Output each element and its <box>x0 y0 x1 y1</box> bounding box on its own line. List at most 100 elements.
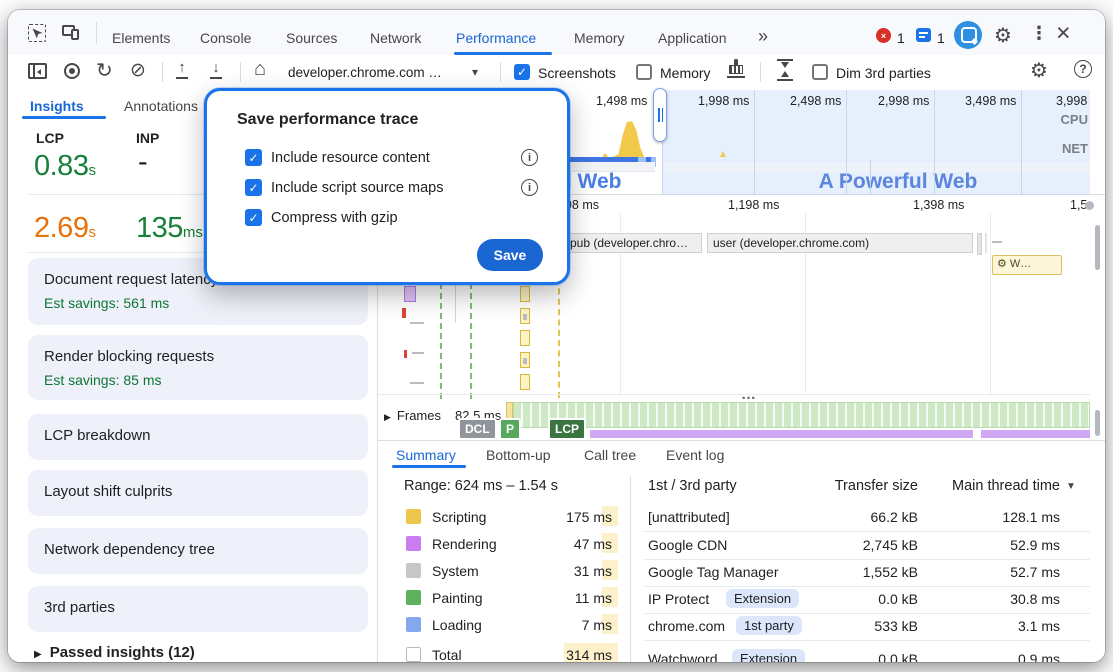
table-row-time: 52.9 ms <box>948 537 1060 553</box>
insight-card-render-blocking[interactable]: Render blocking requests Est savings: 85… <box>28 335 368 400</box>
worker-chip[interactable]: ⚙ W… <box>992 255 1062 275</box>
devtools-tips-icon[interactable] <box>954 21 982 49</box>
inspect-icon[interactable] <box>28 24 46 42</box>
table-row-size: 66.2 kB <box>798 509 918 525</box>
help-icon[interactable]: ? <box>1074 60 1092 78</box>
dim-3rd-parties-label[interactable]: Dim 3rd parties <box>836 65 931 81</box>
save-trace-dialog: Save performance trace ✓ Include resourc… <box>204 88 570 285</box>
network-request-sliver[interactable] <box>977 233 982 255</box>
kebab-menu-icon[interactable]: ⋮ <box>1030 23 1048 44</box>
include-sourcemaps-checkbox[interactable]: ✓ <box>245 179 262 196</box>
collect-garbage-icon[interactable] <box>726 59 746 81</box>
page-selector[interactable]: developer.chrome.com … <box>288 65 442 80</box>
insight-card-3rd-parties[interactable]: 3rd parties <box>28 586 368 632</box>
table-row-name[interactable]: [unattributed] <box>648 509 730 525</box>
memory-checkbox[interactable] <box>636 64 652 80</box>
tabbar-divider <box>96 22 97 44</box>
save-button[interactable]: Save <box>477 239 543 271</box>
tab-elements[interactable]: Elements <box>112 30 170 46</box>
page-selector-caret-icon[interactable]: ▾ <box>472 65 478 79</box>
frames-track-bar[interactable] <box>513 402 1090 428</box>
tab-annotations[interactable]: Annotations <box>124 98 198 114</box>
network-request-bar[interactable]: user (developer.chrome.com) <box>707 233 973 253</box>
tab-network[interactable]: Network <box>370 30 421 46</box>
settings-gear-icon[interactable]: ⚙ <box>994 23 1012 48</box>
screenshots-checkbox[interactable]: ✓ <box>514 64 530 80</box>
compress-gzip-checkbox[interactable]: ✓ <box>245 209 262 226</box>
card-title: LCP breakdown <box>44 427 352 444</box>
load-profile-icon[interactable]: ↑ <box>174 59 190 79</box>
scripting-event-block[interactable] <box>520 286 530 302</box>
more-tabs-icon[interactable]: » <box>758 26 768 47</box>
vertical-scrollbar-thumb2[interactable] <box>1095 410 1100 436</box>
screenshots-label[interactable]: Screenshots <box>538 65 616 81</box>
scripting-event-block[interactable] <box>520 330 530 346</box>
info-icon[interactable]: i <box>521 149 538 166</box>
table-row-name[interactable]: Google CDN <box>648 537 727 553</box>
tab-memory[interactable]: Memory <box>574 30 625 46</box>
throttling-icon[interactable] <box>776 59 794 81</box>
memory-label[interactable]: Memory <box>660 65 711 81</box>
tab-sources[interactable]: Sources <box>286 30 337 46</box>
event-detail-mark <box>523 314 527 320</box>
reload-record-icon[interactable]: ↻ <box>96 58 113 83</box>
network-request-sliver[interactable] <box>985 233 987 253</box>
rendering-event-block[interactable] <box>404 286 416 302</box>
table-row-size: 0.0 kB <box>798 591 918 607</box>
vertical-scrollbar-thumb[interactable] <box>1095 225 1100 270</box>
dcl-marker-badge[interactable]: DCL <box>458 418 497 440</box>
local-lcp-value: 0.83s <box>34 150 96 183</box>
device-toolbar-icon[interactable] <box>62 25 82 41</box>
passed-insights-toggle[interactable]: ▶Passed insights (12) <box>34 644 195 661</box>
lcp-marker-badge[interactable]: LCP <box>548 418 586 440</box>
tab-event-log[interactable]: Event log <box>666 447 724 463</box>
tab-application[interactable]: Application <box>658 30 727 46</box>
tab-call-tree[interactable]: Call tree <box>584 447 636 463</box>
tab-insights[interactable]: Insights <box>30 98 84 114</box>
col-header-time[interactable]: Main thread time <box>926 478 1060 494</box>
frames-track-toggle[interactable]: ▶Frames <box>384 408 441 423</box>
paint-marker-badge[interactable]: P <box>499 418 521 440</box>
dim-3rd-parties-checkbox[interactable] <box>812 64 828 80</box>
tab-bottom-up[interactable]: Bottom-up <box>486 447 551 463</box>
screen: Elements Console Sources Network Perform… <box>0 0 1113 672</box>
col-header-party[interactable]: 1st / 3rd party <box>648 478 737 494</box>
insight-card-lcp-breakdown[interactable]: LCP breakdown <box>28 414 368 460</box>
card-title: 3rd parties <box>44 599 352 616</box>
row-separator <box>644 613 1090 614</box>
scripting-event-block[interactable] <box>520 374 530 390</box>
tab-console[interactable]: Console <box>200 30 251 46</box>
col-header-size[interactable]: Transfer size <box>778 478 918 494</box>
capture-settings-gear-icon[interactable]: ⚙ <box>1030 58 1048 83</box>
network-request-bar[interactable]: pub (developer.chro… <box>564 233 702 253</box>
table-row-time: 128.1 ms <box>948 509 1060 525</box>
include-resource-content-checkbox[interactable]: ✓ <box>245 149 262 166</box>
table-row-name[interactable]: Google Tag Manager <box>648 564 779 580</box>
summary-range: Range: 624 ms – 1.54 s <box>404 478 558 494</box>
insight-card-network-tree[interactable]: Network dependency tree <box>28 528 368 574</box>
clear-icon[interactable]: ⊘ <box>130 59 146 82</box>
minimap-gridline <box>934 90 935 195</box>
save-profile-icon[interactable]: ↓ <box>208 59 224 79</box>
info-icon[interactable]: i <box>521 179 538 196</box>
table-row-name[interactable]: Watchword <box>648 651 718 662</box>
legend-name: Painting <box>432 590 483 606</box>
net-track-label: NET <box>1038 141 1088 156</box>
home-icon[interactable]: ⌂ <box>254 58 266 81</box>
tab-performance[interactable]: Performance <box>456 30 536 46</box>
issues-badge-icon[interactable] <box>916 28 931 42</box>
tab-summary[interactable]: Summary <box>396 447 456 463</box>
close-devtools-icon[interactable]: × <box>1056 19 1071 48</box>
table-row-name[interactable]: chrome.com <box>648 618 725 634</box>
insight-card-layout-shift[interactable]: Layout shift culprits <box>28 470 368 516</box>
sort-icon[interactable]: ▼ <box>1066 481 1076 492</box>
error-badge-icon[interactable]: × <box>876 28 891 43</box>
table-row-name[interactable]: IP Protect <box>648 591 709 607</box>
summary-underline <box>392 465 466 468</box>
collapsed-tracks-dots[interactable]: … <box>741 386 757 403</box>
record-icon[interactable] <box>64 63 80 79</box>
minimap-window-handle[interactable] <box>653 88 667 142</box>
field-inp-value: 135ms <box>136 212 203 245</box>
toggle-sidebar-icon[interactable] <box>28 63 47 79</box>
devtools-window: Elements Console Sources Network Perform… <box>8 10 1105 662</box>
